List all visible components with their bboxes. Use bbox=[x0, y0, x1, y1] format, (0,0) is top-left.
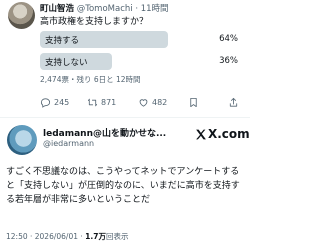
retweet-button[interactable]: 871 bbox=[87, 97, 116, 108]
embed-text: すごく不思議なのは、こうやってネットでアンケートすると「支持しない」が圧倒的なの… bbox=[6, 167, 240, 205]
x-icon bbox=[196, 129, 206, 139]
poll-option-label: 支持する bbox=[45, 36, 80, 46]
poll-option-percent: 36% bbox=[219, 56, 238, 66]
bookmark-button[interactable] bbox=[188, 97, 199, 108]
poll-option-label: 支持しない bbox=[45, 58, 88, 68]
author-avatar[interactable] bbox=[8, 2, 35, 29]
x-logo: X.com bbox=[194, 127, 250, 141]
like-count: 482 bbox=[152, 98, 168, 107]
retweet-count: 871 bbox=[101, 98, 117, 107]
divider bbox=[0, 117, 250, 118]
poll-meta: 2,474票・残り 6日と 12時間 bbox=[40, 75, 141, 84]
poll-option-not-support: 支持しない 36% bbox=[40, 53, 240, 70]
share-icon bbox=[229, 97, 238, 107]
tweet-header: 町山智浩 @TomoMachi · 11時間 bbox=[40, 2, 169, 14]
reply-count: 245 bbox=[54, 98, 70, 107]
bookmark-icon bbox=[190, 97, 197, 108]
poll-option-support: 支持する 64% bbox=[40, 31, 240, 48]
embed-author-handle[interactable]: @iedarmann bbox=[43, 139, 94, 148]
tweet-time[interactable]: 11時間 bbox=[141, 4, 169, 14]
heart-icon bbox=[139, 99, 148, 107]
reply-icon bbox=[40, 98, 51, 108]
view-count: 1.7万 bbox=[85, 232, 106, 241]
embed-time[interactable]: 12:50 · 2026/06/01 · bbox=[6, 232, 83, 241]
action-bar: 245 871 482 bbox=[40, 97, 245, 111]
embed-footer: 12:50 · 2026/06/01 · 1.7万回表示 bbox=[6, 231, 128, 242]
poll-option-percent: 64% bbox=[219, 34, 238, 44]
share-button[interactable] bbox=[228, 97, 239, 108]
separator-dot: · bbox=[135, 4, 139, 14]
reply-button[interactable]: 245 bbox=[40, 97, 69, 108]
author-name[interactable]: 町山智浩 bbox=[40, 4, 74, 14]
view-count-suffix: 回表示 bbox=[105, 232, 129, 241]
author-handle[interactable]: @TomoMachi bbox=[77, 4, 133, 14]
like-button[interactable]: 482 bbox=[138, 97, 167, 108]
retweet-icon bbox=[87, 98, 98, 107]
x-domain: X.com bbox=[208, 127, 250, 141]
poll-question: 高市政権を支持しますか？ bbox=[40, 17, 149, 27]
embed-author-avatar[interactable] bbox=[7, 125, 37, 155]
embed-author-name[interactable]: ledamann@山を動かせな... bbox=[43, 126, 166, 139]
